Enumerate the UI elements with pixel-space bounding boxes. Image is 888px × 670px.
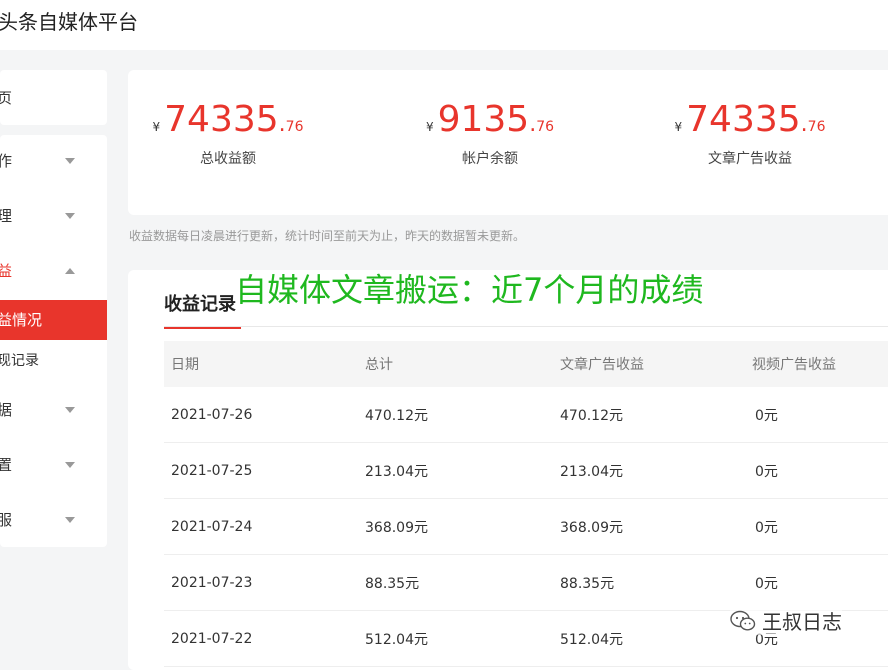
cell-date: 2021-07-22 (164, 610, 364, 667)
update-notice: 收益数据每日凌晨进行更新，统计时间至前天为止，昨天的数据暂未更新。 (129, 229, 526, 243)
column-header-total: 总计 (364, 341, 559, 387)
cell-total: 213.04元 (364, 442, 559, 499)
cell-date: 2021-07-25 (164, 442, 364, 499)
amount-decimal: 76 (536, 119, 555, 135)
sidebar-item-label: 现记录 (0, 353, 39, 369)
sidebar-item-home[interactable]: 页 (0, 78, 107, 118)
cell-date: 2021-07-23 (164, 554, 364, 611)
cell-article-ad: 512.04元 (559, 610, 751, 667)
wechat-icon (730, 610, 756, 631)
sidebar-item-service[interactable]: 服 (0, 500, 107, 540)
amount-dot: . (800, 112, 808, 137)
stat-label: 总收益额 (200, 151, 256, 167)
column-header-date: 日期 (164, 341, 364, 387)
chevron-up-icon (64, 251, 76, 291)
chevron-down-icon (64, 390, 76, 430)
stat-total-earnings: ¥74335.76 总收益额 (128, 98, 328, 168)
sidebar-item-label: 理 (0, 207, 13, 225)
stat-amount: ¥9135.76 (390, 98, 590, 146)
overlay-caption: 自媒体文章搬运：近7个月的成绩 (235, 271, 704, 309)
amount-decimal: 76 (807, 119, 826, 135)
cell-article-ad: 470.12元 (559, 387, 751, 443)
stat-article-ad-earnings: ¥74335.76 文章广告收益 (650, 98, 850, 168)
sidebar-home-card: 页 (0, 70, 107, 125)
table-row: 2021-07-25 213.04元 213.04元 0元 (164, 442, 888, 499)
currency-symbol: ¥ (674, 120, 683, 134)
cell-date: 2021-07-24 (164, 498, 364, 555)
amount-integer: 74335 (164, 99, 279, 140)
amount-dot: . (278, 112, 286, 137)
column-header-video-ad: 视频广告收益 (751, 341, 888, 387)
watermark-text: 王叔日志 (762, 610, 842, 634)
amount-integer: 74335 (686, 99, 801, 140)
cell-video-ad: 0元 (751, 387, 888, 443)
sidebar-item-earnings-overview[interactable]: 益情况 (0, 300, 107, 340)
stat-account-balance: ¥9135.76 帐户余额 (390, 98, 590, 168)
app-title: 头条自媒体平台 (0, 10, 138, 34)
cell-video-ad: 0元 (751, 442, 888, 499)
cell-article-ad: 213.04元 (559, 442, 751, 499)
table-row: 2021-07-26 470.12元 470.12元 0元 (164, 387, 888, 443)
stat-label: 帐户余额 (462, 151, 518, 167)
sidebar-item-manage[interactable]: 理 (0, 196, 107, 236)
tab-earnings-records[interactable]: 收益记录 (164, 290, 241, 329)
column-header-article-ad: 文章广告收益 (559, 341, 751, 387)
sidebar-item-withdraw-records[interactable]: 现记录 (0, 341, 107, 381)
chevron-down-icon (64, 196, 76, 236)
stat-amount: ¥74335.76 (128, 98, 328, 146)
cell-total: 88.35元 (364, 554, 559, 611)
cell-total: 470.12元 (364, 387, 559, 443)
stat-label: 文章广告收益 (708, 151, 792, 167)
sidebar-item-settings[interactable]: 置 (0, 445, 107, 485)
table-row: 2021-07-23 88.35元 88.35元 0元 (164, 554, 888, 611)
table-row: 2021-07-24 368.09元 368.09元 0元 (164, 498, 888, 555)
currency-symbol: ¥ (425, 120, 434, 134)
cell-article-ad: 88.35元 (559, 554, 751, 611)
sidebar-item-label: 置 (0, 456, 13, 474)
sidebar-item-data[interactable]: 据 (0, 390, 107, 430)
chevron-down-icon (64, 141, 76, 181)
watermark: 王叔日志 (730, 606, 842, 635)
sidebar-item-label: 益情况 (0, 311, 43, 329)
sidebar-item-create[interactable]: 作 (0, 141, 107, 181)
cell-article-ad: 368.09元 (559, 498, 751, 555)
chevron-down-icon (64, 445, 76, 485)
amount-decimal: 76 (285, 119, 304, 135)
chevron-down-icon (64, 500, 76, 540)
stat-amount: ¥74335.76 (650, 98, 850, 146)
sidebar-item-earnings[interactable]: 益 (0, 251, 107, 291)
cell-video-ad: 0元 (751, 498, 888, 555)
cell-date: 2021-07-26 (164, 387, 364, 443)
table-header-row: 日期 总计 文章广告收益 视频广告收益 (164, 341, 888, 387)
sidebar-menu: 作 理 益 益情况 现记录 据 置 服 (0, 135, 107, 547)
sidebar-item-label: 据 (0, 401, 13, 419)
cell-total: 512.04元 (364, 610, 559, 667)
cell-total: 368.09元 (364, 498, 559, 555)
cell-video-ad: 0元 (751, 554, 888, 611)
earnings-summary-card: ¥74335.76 总收益额 ¥9135.76 帐户余额 ¥74335.76 文… (128, 70, 888, 215)
currency-symbol: ¥ (152, 120, 161, 134)
amount-integer: 9135 (437, 99, 530, 140)
sidebar-item-label: 页 (0, 89, 13, 107)
top-bar: 头条自媒体平台 (0, 0, 888, 50)
sidebar-item-label: 作 (0, 152, 13, 170)
tab-divider (164, 326, 888, 327)
sidebar-item-label: 服 (0, 511, 13, 529)
sidebar-item-label: 益 (0, 262, 13, 280)
